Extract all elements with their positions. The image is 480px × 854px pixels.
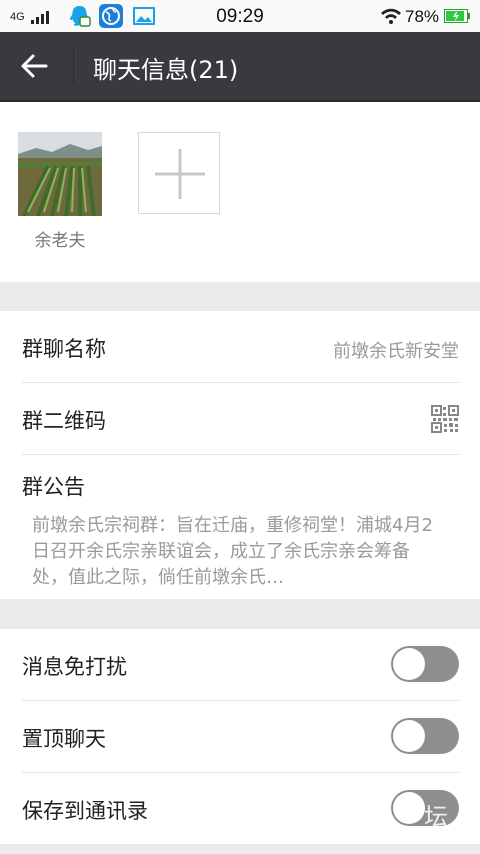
toggle-knob	[393, 720, 425, 752]
mute-toggle[interactable]	[391, 646, 459, 682]
save-contact-row: 保存到通讯录	[22, 773, 459, 844]
toggle-knob	[393, 648, 425, 680]
member-name: 余老夫	[34, 231, 86, 251]
group-notice-label[interactable]: 群公告	[22, 471, 85, 501]
pin-row: 置顶聊天	[22, 701, 459, 773]
pin-toggle[interactable]	[391, 718, 459, 754]
status-bar: 4G 09:29 78%	[0, 0, 480, 32]
group-qr-row[interactable]: 群二维码	[22, 383, 459, 455]
avatar[interactable]	[18, 132, 102, 216]
group-notice-text[interactable]: 前墩余氏宗祠群：旨在迁庙，重修祠堂！浦城4月2日召开余氏宗亲联谊会，成立了余氏宗…	[32, 513, 437, 591]
pin-label: 置顶聊天	[22, 727, 106, 751]
group-settings: 群聊名称 前墩余氏新安堂 群二维码 群公告 前墩余氏宗祠群：旨在迁庙，重修祠堂！…	[0, 311, 480, 599]
member-item[interactable]: 余老夫	[18, 132, 102, 251]
app-header: 聊天信息(21)	[0, 32, 480, 102]
qr-code-icon	[431, 405, 459, 433]
save-contact-label: 保存到通讯录	[22, 799, 148, 823]
member-grid: 余老夫	[0, 102, 480, 282]
group-name-label: 群聊名称	[22, 337, 106, 361]
back-arrow-icon[interactable]	[16, 50, 56, 82]
group-qr-label: 群二维码	[22, 409, 106, 433]
chat-options: 消息免打扰 置顶聊天 保存到通讯录	[0, 629, 480, 844]
battery-percent: 78%	[405, 7, 440, 26]
toggle-knob	[393, 792, 425, 824]
mute-row: 消息免打扰	[22, 629, 459, 701]
mute-label: 消息免打扰	[22, 655, 127, 679]
watermark-text: 坛	[424, 803, 448, 831]
wifi-icon	[381, 8, 401, 24]
battery-icon	[444, 9, 470, 23]
add-member-button[interactable]	[138, 132, 220, 214]
header-divider	[73, 47, 74, 85]
group-name-value: 前墩余氏新安堂	[333, 341, 459, 362]
group-name-row[interactable]: 群聊名称 前墩余氏新安堂	[22, 311, 459, 383]
plus-icon	[155, 149, 205, 199]
page-title: 聊天信息(21)	[93, 56, 239, 84]
